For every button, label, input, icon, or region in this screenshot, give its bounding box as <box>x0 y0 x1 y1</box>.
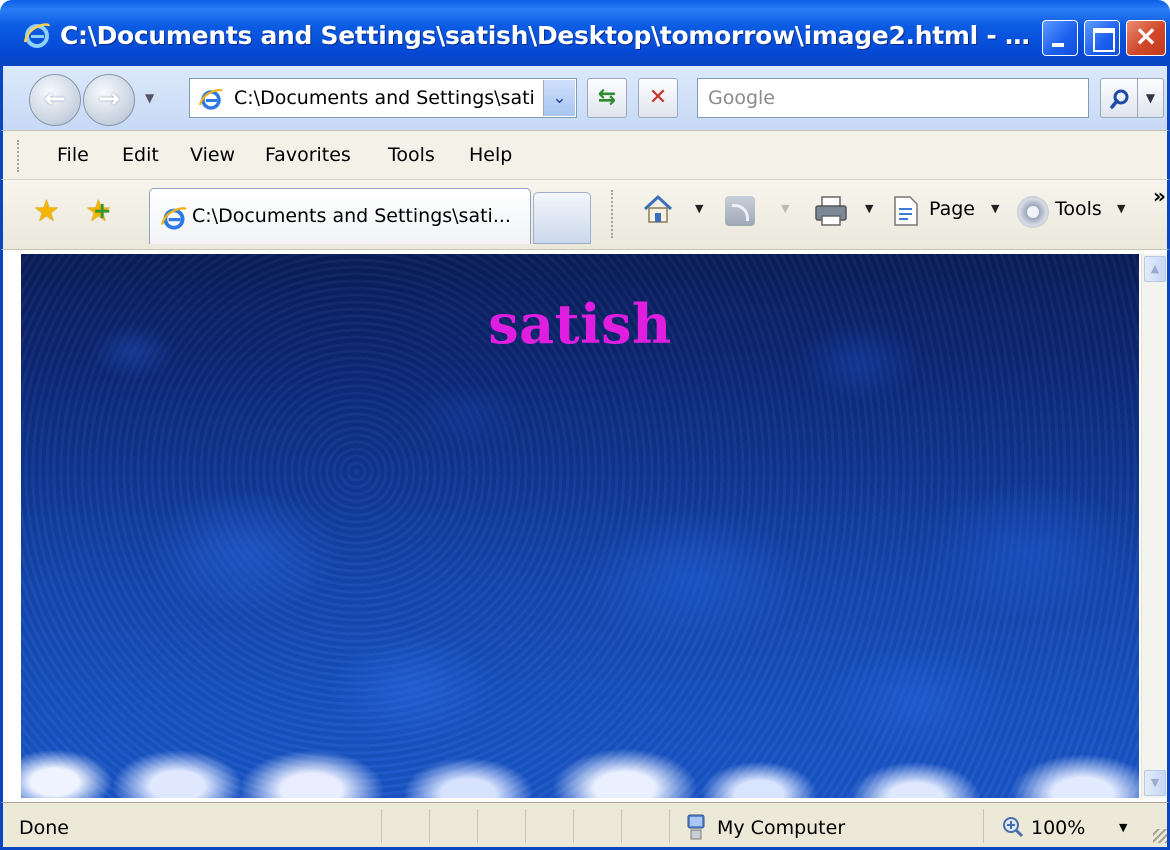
print-icon[interactable] <box>813 194 849 228</box>
status-text: Done <box>19 817 69 839</box>
status-divider <box>621 809 622 843</box>
stop-button[interactable]: ✕ <box>638 78 678 118</box>
ie-logo-icon <box>23 23 51 48</box>
tab-bar: ★ ★ + C:\Documents and Settings\sati... ▼… <box>0 180 1170 250</box>
snow-trees <box>21 718 1139 798</box>
page-background-image: satish <box>21 254 1139 798</box>
history-dropdown-icon[interactable]: ▼ <box>145 91 154 105</box>
chevron-more-icon[interactable]: » <box>1153 184 1166 208</box>
title-bar[interactable]: C:\Documents and Settings\satish\Desktop… <box>0 0 1170 66</box>
search-box[interactable]: Google <box>697 78 1089 118</box>
search-options-dropdown[interactable]: ▼ <box>1138 78 1164 118</box>
page-dropdown-icon[interactable]: ▼ <box>991 202 999 215</box>
stop-icon: ✕ <box>648 85 668 110</box>
scroll-down-button[interactable]: ▼ <box>1144 770 1166 796</box>
scroll-up-button[interactable]: ▲ <box>1144 256 1166 282</box>
gear-icon[interactable] <box>1017 196 1049 228</box>
ie-page-icon <box>160 207 187 230</box>
search-button[interactable] <box>1100 78 1138 118</box>
tools-dropdown-icon[interactable]: ▼ <box>1117 202 1125 215</box>
status-divider <box>525 809 526 843</box>
my-computer-icon <box>687 814 705 840</box>
forward-arrow-icon: → <box>98 84 120 114</box>
home-dropdown-icon[interactable]: ▼ <box>695 202 703 215</box>
back-arrow-icon: ← <box>44 84 66 114</box>
print-dropdown-icon[interactable]: ▼ <box>865 202 873 215</box>
address-dropdown-button[interactable]: ⌄ <box>543 80 575 116</box>
feeds-icon[interactable] <box>725 196 755 226</box>
toolbar-grip[interactable] <box>17 140 21 172</box>
minimize-button[interactable] <box>1042 20 1078 56</box>
menu-view[interactable]: View <box>190 144 235 166</box>
tab-current-page[interactable]: C:\Documents and Settings\sati... <box>149 188 531 244</box>
new-tab-button[interactable] <box>533 192 591 244</box>
home-icon[interactable] <box>641 192 675 226</box>
search-icon <box>1110 89 1129 109</box>
status-divider <box>429 809 430 843</box>
close-icon: × <box>1134 19 1158 52</box>
back-button[interactable]: ← <box>29 74 81 126</box>
feeds-dropdown-icon[interactable]: ▼ <box>781 202 789 215</box>
ie-page-icon <box>198 88 223 110</box>
forward-button[interactable]: → <box>83 74 135 126</box>
status-divider <box>983 809 984 843</box>
status-divider <box>477 809 478 843</box>
menu-tools[interactable]: Tools <box>388 144 435 166</box>
address-input[interactable]: C:\Documents and Settings\sati: <box>234 87 534 109</box>
zoom-dropdown-icon[interactable]: ▼ <box>1119 821 1127 834</box>
vertical-scrollbar[interactable]: ▲ ▼ <box>1141 254 1167 798</box>
status-divider <box>381 809 382 843</box>
menu-bar: File Edit View Favorites Tools Help <box>0 130 1170 180</box>
page-menu-button[interactable]: Page <box>929 198 975 220</box>
status-bar: Done My Computer 100% ▼ <box>0 802 1170 850</box>
toolbar-separator <box>611 190 615 238</box>
page-icon[interactable] <box>891 194 921 228</box>
menu-edit[interactable]: Edit <box>122 144 159 166</box>
menu-file[interactable]: File <box>57 144 89 166</box>
content-viewport: satish ▲ ▼ <box>0 250 1170 802</box>
status-divider <box>669 809 670 843</box>
search-input[interactable]: Google <box>708 87 775 109</box>
navigation-bar: ← → ▼ C:\Documents and Settings\sati: ⌄ … <box>0 66 1170 130</box>
refresh-icon: ⇆ <box>597 85 617 110</box>
page-heading: satish <box>488 292 672 356</box>
tools-menu-button[interactable]: Tools <box>1055 198 1102 220</box>
security-zone-label[interactable]: My Computer <box>717 817 845 839</box>
add-favorites-icon[interactable]: ★ + <box>85 194 112 229</box>
tab-label: C:\Documents and Settings\sati... <box>192 205 511 227</box>
menu-favorites[interactable]: Favorites <box>265 144 351 166</box>
resize-grip[interactable] <box>1153 829 1167 843</box>
window-title: C:\Documents and Settings\satish\Desktop… <box>60 21 1035 50</box>
address-bar[interactable]: C:\Documents and Settings\sati: ⌄ <box>189 78 577 118</box>
close-button[interactable]: × <box>1126 19 1166 56</box>
refresh-button[interactable]: ⇆ <box>587 78 627 118</box>
menu-help[interactable]: Help <box>469 144 512 166</box>
maximize-button[interactable] <box>1084 20 1120 56</box>
zoom-icon[interactable] <box>1001 815 1025 839</box>
favorites-star-icon[interactable]: ★ <box>33 194 60 229</box>
zoom-level[interactable]: 100% <box>1031 817 1085 839</box>
status-divider <box>573 809 574 843</box>
